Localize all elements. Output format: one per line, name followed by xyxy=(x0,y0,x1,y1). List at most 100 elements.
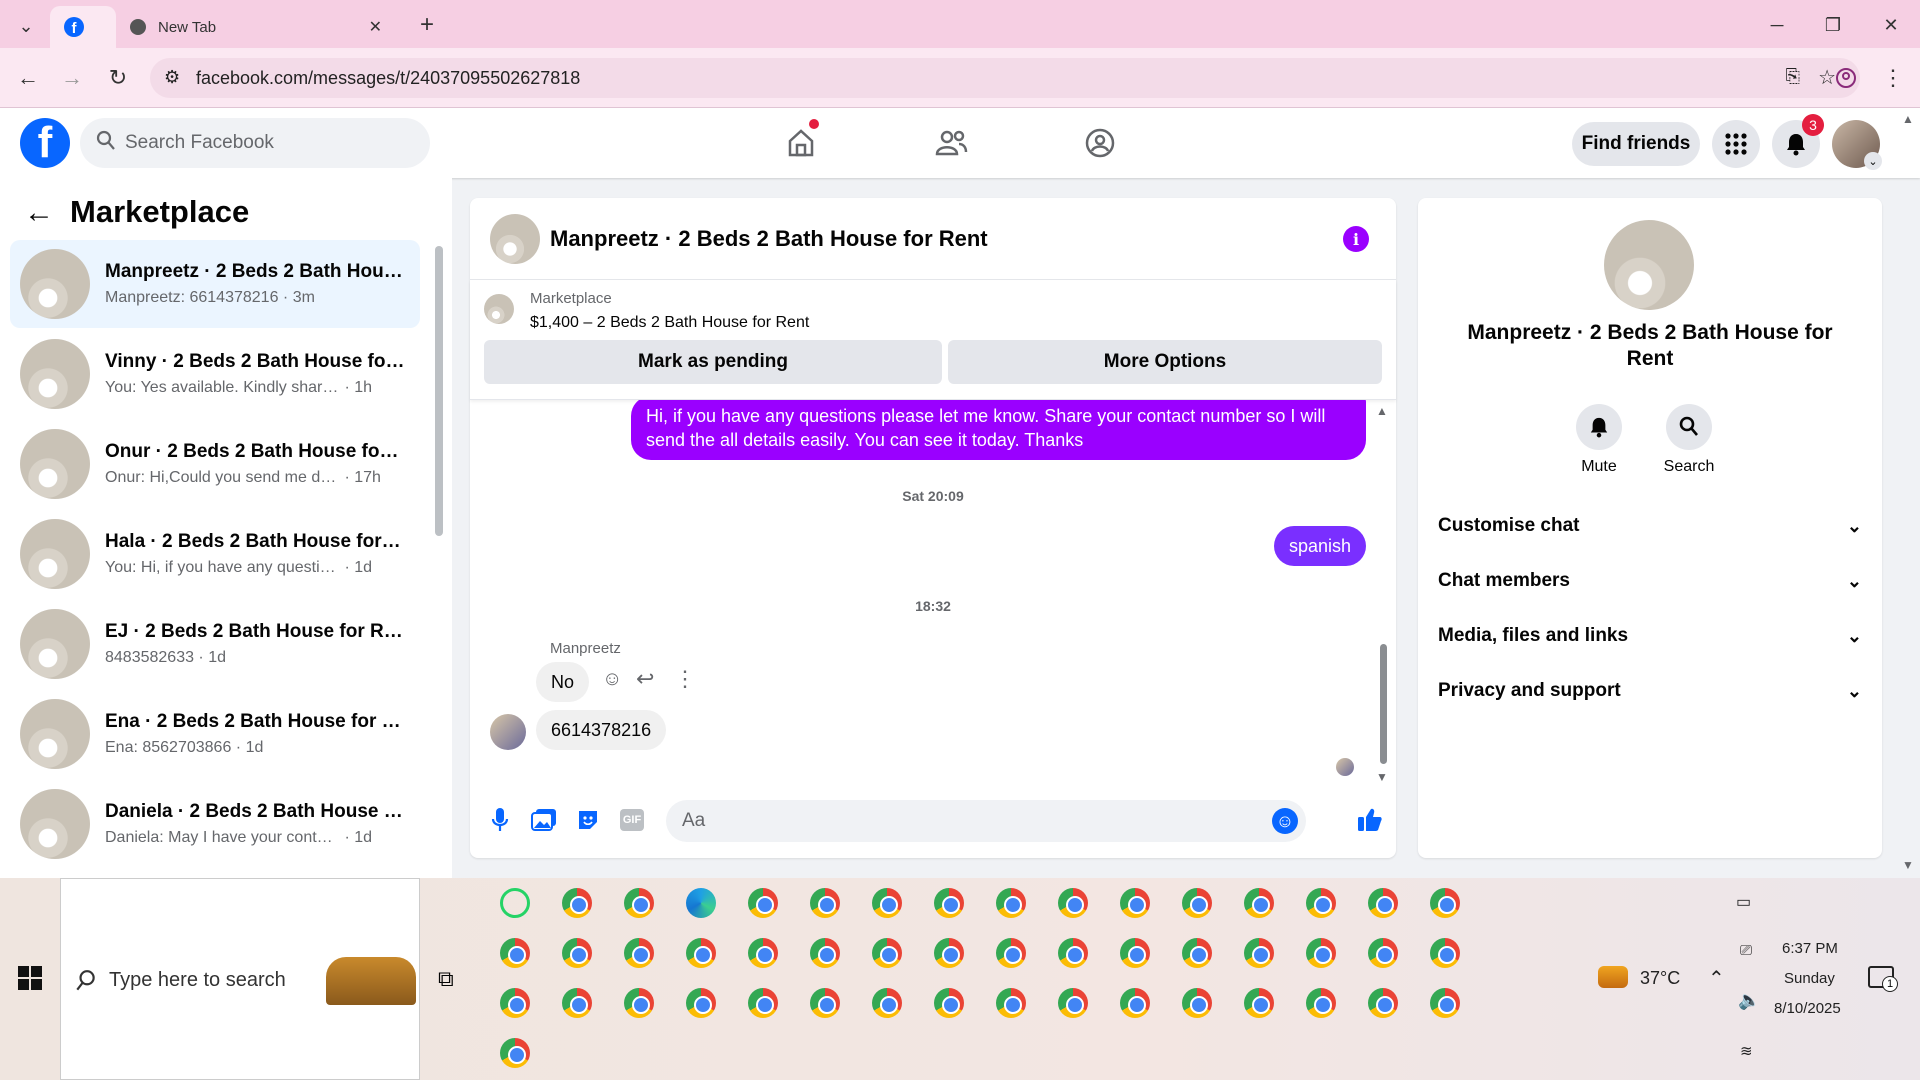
chat-members-section[interactable]: Chat members ⌄ xyxy=(1438,561,1862,601)
forward-arrow-icon[interactable]: → xyxy=(56,62,88,94)
chrome-icon[interactable] xyxy=(1298,880,1344,926)
site-settings-icon[interactable]: ⚙ xyxy=(164,67,180,88)
taskbar-search-input[interactable]: Type here to search xyxy=(60,878,420,1080)
windows-start-icon[interactable] xyxy=(18,966,42,995)
conversation-item[interactable]: Hala · 2 Beds 2 Bath House for Rent You:… xyxy=(10,510,420,598)
menu-grid-icon[interactable] xyxy=(1712,120,1760,168)
install-app-icon[interactable]: ⎘ xyxy=(1786,66,1800,87)
more-options-button[interactable]: More Options xyxy=(948,340,1382,384)
chrome-icon[interactable] xyxy=(802,880,848,926)
search-in-chat-button[interactable]: Search xyxy=(1654,404,1724,476)
home-icon[interactable] xyxy=(781,119,821,163)
chrome-icon[interactable] xyxy=(988,980,1034,1026)
chrome-icon[interactable] xyxy=(1050,880,1096,926)
chrome-icon[interactable] xyxy=(554,980,600,1026)
conversation-item[interactable]: Ena · 2 Beds 2 Bath House for Rent Ena: … xyxy=(10,690,420,778)
chrome-icon[interactable] xyxy=(1112,980,1158,1026)
chrome-icon[interactable] xyxy=(740,980,786,1026)
chrome-icon[interactable] xyxy=(678,980,724,1026)
groups-icon[interactable] xyxy=(1080,123,1120,163)
chrome-icon[interactable] xyxy=(492,930,538,976)
chrome-icon[interactable] xyxy=(1174,880,1220,926)
chrome-icon[interactable] xyxy=(802,980,848,1026)
chrome-icon[interactable] xyxy=(1050,930,1096,976)
scroll-up-arrow-icon[interactable]: ▲ xyxy=(1376,404,1388,418)
notification-center-icon[interactable]: 1 xyxy=(1868,966,1898,992)
chrome-icon[interactable] xyxy=(616,980,662,1026)
more-actions-icon[interactable]: ⋮ xyxy=(674,666,696,692)
facebook-search-input[interactable]: Search Facebook xyxy=(80,118,430,168)
chrome-icon[interactable] xyxy=(1236,930,1282,976)
browser-menu-icon[interactable]: ⋮ xyxy=(1880,62,1906,94)
reply-arrow-icon[interactable]: ↩ xyxy=(636,666,654,692)
conversation-list-scrollbar[interactable] xyxy=(435,246,443,536)
chrome-icon[interactable] xyxy=(740,880,786,926)
meet-now-icon[interactable]: ⎚ xyxy=(1740,942,1752,959)
friends-icon[interactable] xyxy=(931,123,971,163)
url-field[interactable]: ⚙ facebook.com/messages/t/24037095502627… xyxy=(150,58,1860,98)
chrome-icon[interactable] xyxy=(864,980,910,1026)
microphone-icon[interactable] xyxy=(484,804,516,836)
chrome-icon[interactable] xyxy=(1422,980,1468,1026)
account-avatar[interactable]: ⌄ xyxy=(1832,120,1882,170)
clock-date[interactable]: 8/10/2025 xyxy=(1774,1000,1841,1017)
chrome-icon[interactable] xyxy=(1236,980,1282,1026)
mark-as-pending-button[interactable]: Mark as pending xyxy=(484,340,942,384)
notifications-bell-icon[interactable]: 3 xyxy=(1772,114,1824,168)
info-icon[interactable]: i xyxy=(1343,226,1369,252)
message-scrollbar[interactable] xyxy=(1380,644,1387,764)
chrome-icon[interactable] xyxy=(1112,930,1158,976)
chrome-icon[interactable] xyxy=(492,980,538,1026)
incoming-message[interactable]: No xyxy=(536,662,590,702)
chrome-icon[interactable] xyxy=(616,930,662,976)
chrome-icon[interactable] xyxy=(1422,930,1468,976)
weather-temp[interactable]: 37°C xyxy=(1640,968,1680,989)
conversation-item[interactable]: Vinny · 2 Beds 2 Bath House for Rent You… xyxy=(10,330,420,418)
minimize-button[interactable]: ─ xyxy=(1762,10,1792,40)
sticker-icon[interactable] xyxy=(572,804,604,836)
contact-avatar[interactable] xyxy=(1604,220,1694,310)
conversation-item[interactable]: Daniela · 2 Beds 2 Bath House for Rent D… xyxy=(10,780,420,868)
edge-icon[interactable] xyxy=(678,880,724,926)
chrome-icon[interactable] xyxy=(864,930,910,976)
chrome-icon[interactable] xyxy=(1174,930,1220,976)
chrome-icon[interactable] xyxy=(1360,880,1406,926)
sender-avatar[interactable] xyxy=(490,714,526,750)
photo-icon[interactable] xyxy=(528,804,560,836)
chrome-icon[interactable] xyxy=(1298,980,1344,1026)
tab-search-chevron-icon[interactable]: ⌄ xyxy=(12,12,40,40)
find-friends-button[interactable]: Find friends xyxy=(1572,122,1700,166)
privacy-support-section[interactable]: Privacy and support ⌄ xyxy=(1438,671,1862,711)
page-scroll-up-icon[interactable]: ▲ xyxy=(1902,112,1914,126)
chrome-icon[interactable] xyxy=(926,930,972,976)
mute-button[interactable]: Mute xyxy=(1564,404,1634,476)
listing-description[interactable]: $1,400 – 2 Beds 2 Bath House for Rent xyxy=(530,314,809,332)
chrome-icon[interactable] xyxy=(554,930,600,976)
chrome-icon[interactable] xyxy=(1360,980,1406,1026)
emoji-icon[interactable]: ☺ xyxy=(1272,808,1298,834)
chrome-icon[interactable] xyxy=(740,930,786,976)
chrome-icon[interactable] xyxy=(1174,980,1220,1026)
chrome-icon[interactable] xyxy=(1236,880,1282,926)
chrome-icon[interactable] xyxy=(678,930,724,976)
chrome-icon[interactable] xyxy=(554,880,600,926)
reload-icon[interactable]: ↻ xyxy=(102,62,134,94)
conversation-item[interactable]: Manpreetz · 2 Beds 2 Bath House for Rent… xyxy=(10,240,420,328)
chrome-icon[interactable] xyxy=(926,880,972,926)
message-input[interactable]: Aa ☺ xyxy=(666,800,1306,842)
task-view-icon[interactable]: ⧉ xyxy=(438,966,454,992)
wifi-icon[interactable]: ≋ xyxy=(1740,1042,1753,1060)
conversation-item[interactable]: Onur · 2 Beds 2 Bath House for Rent Onur… xyxy=(10,420,420,508)
back-arrow-icon[interactable]: ← xyxy=(24,196,54,230)
customise-chat-section[interactable]: Customise chat ⌄ xyxy=(1438,506,1862,546)
restore-button[interactable]: ❐ xyxy=(1818,10,1848,40)
page-scroll-down-icon[interactable]: ▼ xyxy=(1902,858,1914,872)
like-thumbs-up-icon[interactable] xyxy=(1354,804,1386,836)
clock-time[interactable]: 6:37 PM xyxy=(1782,940,1838,957)
chrome-icon[interactable] xyxy=(1050,980,1096,1026)
chrome-icon[interactable] xyxy=(988,880,1034,926)
outgoing-message[interactable]: Hi, if you have any questions please let… xyxy=(631,400,1366,460)
chrome-icon[interactable] xyxy=(864,880,910,926)
facebook-logo-icon[interactable]: f xyxy=(20,118,70,168)
new-tab-button[interactable]: + xyxy=(412,10,442,40)
